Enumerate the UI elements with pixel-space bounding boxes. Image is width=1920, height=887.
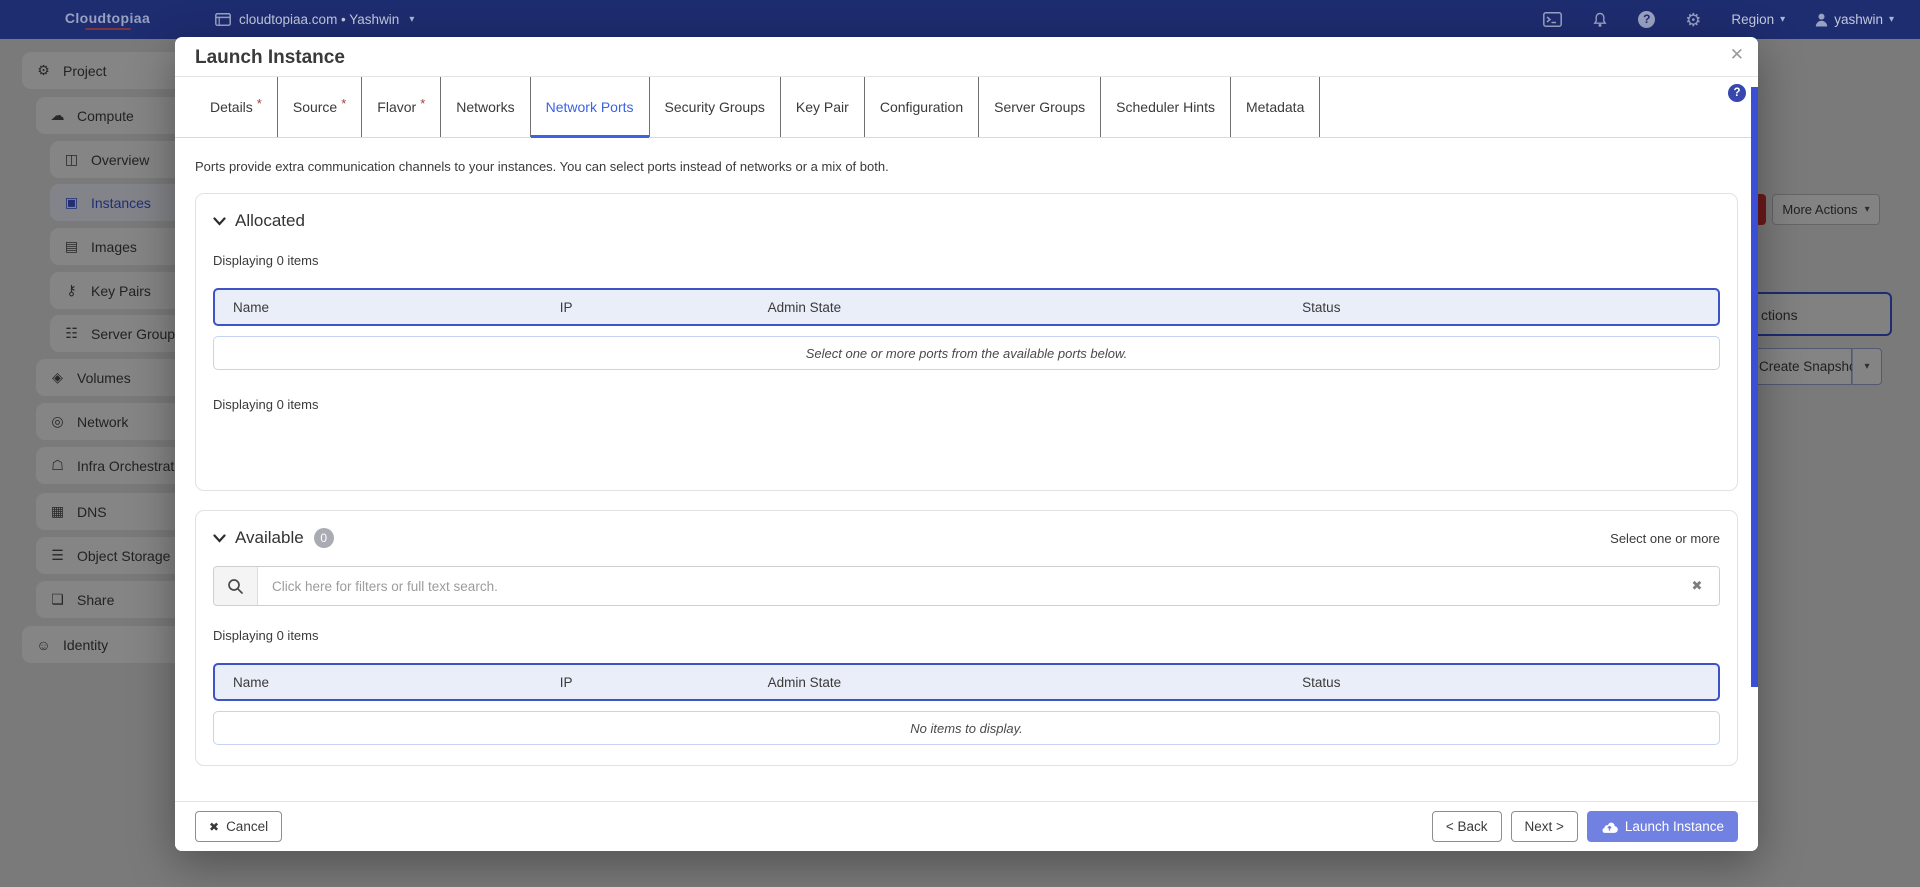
launch-instance-label: Launch Instance [1625,819,1724,834]
tab-description: Ports provide extra communication channe… [195,159,1738,174]
tab-label: Network Ports [546,99,634,115]
region-dropdown[interactable]: Region ▾ [1731,12,1785,27]
close-icon[interactable]: ✕ [1730,45,1744,65]
column-header-ip: IP [560,675,768,690]
launch-instance-modal: Launch Instance ✕ Details * Source * Flavo… [175,37,1758,851]
tab-label: Server Groups [994,99,1085,115]
chevron-down-icon: ▾ [1889,14,1894,25]
gear-icon[interactable]: ⚙ [1685,11,1701,29]
breadcrumb-label: cloudtopiaa.com • Yashwin [239,12,399,27]
help-icon[interactable]: ? [1638,11,1655,28]
available-header[interactable]: Available 0 Select one or more [213,528,1720,548]
tab-networks[interactable]: Networks [441,77,530,137]
tab-flavor[interactable]: Flavor * [362,77,441,137]
brand-logo[interactable]: Cloudtopiaa [0,10,215,30]
allocated-table-header: Name IP Admin State Status [213,288,1720,326]
tab-label: Security Groups [665,99,765,115]
tab-key-pair[interactable]: Key Pair [781,77,865,137]
breadcrumb[interactable]: cloudtopiaa.com • Yashwin ▾ [215,12,414,27]
console-icon[interactable] [1543,12,1562,27]
column-header-name: Name [233,300,560,315]
tab-metadata[interactable]: Metadata [1231,77,1320,137]
cloud-upload-icon [1601,821,1618,833]
tab-source[interactable]: Source * [278,77,362,137]
tab-details[interactable]: Details * [195,77,278,137]
column-header-status: Status [1302,675,1718,690]
column-header-admin-state: Admin State [768,300,1303,315]
tab-label: Configuration [880,99,963,115]
tab-label: Key Pair [796,99,849,115]
search-input[interactable] [258,567,1675,605]
tab-label: Details [210,99,253,115]
modal-scrollbar[interactable] [1751,87,1758,687]
clear-search-icon[interactable]: ✖ [1675,567,1719,605]
chevron-down-icon [213,217,226,226]
tab-label: Networks [456,99,514,115]
modal-footer: ✖ Cancel < Back Next > Launch Instance [175,801,1758,851]
close-icon: ✖ [209,820,219,834]
user-dropdown[interactable]: yashwin ▾ [1815,12,1894,27]
available-count: Displaying 0 items [213,628,1720,643]
wizard-tabs: Details * Source * Flavor * Networks Networ… [175,77,1758,138]
wizard-help-icon[interactable]: ? [1728,84,1746,102]
tab-security-groups[interactable]: Security Groups [650,77,781,137]
column-header-admin-state: Admin State [768,675,1303,690]
back-button[interactable]: < Back [1432,811,1502,842]
top-navbar: Cloudtopiaa cloudtopiaa.com • Yashwin ▾ … [0,0,1920,39]
user-label: yashwin [1834,12,1883,27]
chevron-down-icon [213,534,226,543]
available-empty-message: No items to display. [213,711,1720,745]
brand-name: Cloudtopiaa [65,10,150,26]
region-label: Region [1731,12,1774,27]
filter-searchbar: ✖ [213,566,1720,606]
modal-body: Ports provide extra communication channe… [175,138,1758,801]
tab-label: Flavor [377,99,416,115]
brand-tagline-bar [85,28,131,30]
column-header-status: Status [1302,300,1718,315]
allocated-panel: Allocated Displaying 0 items Name IP Adm… [195,193,1738,491]
user-icon [1815,13,1828,27]
tab-server-groups[interactable]: Server Groups [979,77,1101,137]
required-asterisk: * [341,96,346,111]
allocated-count-top: Displaying 0 items [213,253,1720,268]
tab-scheduler-hints[interactable]: Scheduler Hints [1101,77,1231,137]
available-count-badge: 0 [314,528,334,548]
bell-icon[interactable] [1592,12,1608,28]
available-panel: Available 0 Select one or more ✖ Display… [195,510,1738,766]
cancel-button[interactable]: ✖ Cancel [195,811,282,842]
launch-instance-button[interactable]: Launch Instance [1587,811,1738,842]
allocated-header[interactable]: Allocated [213,211,1720,231]
chevron-down-icon: ▾ [1780,14,1785,25]
tab-label: Metadata [1246,99,1304,115]
required-asterisk: * [420,96,425,111]
available-title: Available [235,528,304,548]
tab-configuration[interactable]: Configuration [865,77,979,137]
tab-label: Scheduler Hints [1116,99,1215,115]
select-hint: Select one or more [1610,531,1720,546]
cancel-label: Cancel [226,819,268,834]
modal-header: Launch Instance ✕ [175,37,1758,77]
modal-title: Launch Instance [195,47,345,69]
tab-network-ports[interactable]: Network Ports [531,77,650,137]
domain-icon [215,13,231,26]
next-button[interactable]: Next > [1511,811,1578,842]
required-asterisk: * [257,96,262,111]
chevron-down-icon: ▾ [409,14,414,25]
navbar-actions: ? ⚙ Region ▾ yashwin ▾ [1543,11,1920,29]
allocated-empty-message: Select one or more ports from the availa… [213,336,1720,370]
tab-label: Source [293,99,337,115]
wizard-nav-buttons: < Back Next > Launch Instance [1432,811,1738,842]
search-icon [214,567,258,605]
column-header-ip: IP [560,300,768,315]
available-table-header: Name IP Admin State Status [213,663,1720,701]
allocated-count-bottom: Displaying 0 items [213,397,1720,412]
allocated-title: Allocated [235,211,305,231]
column-header-name: Name [233,675,560,690]
